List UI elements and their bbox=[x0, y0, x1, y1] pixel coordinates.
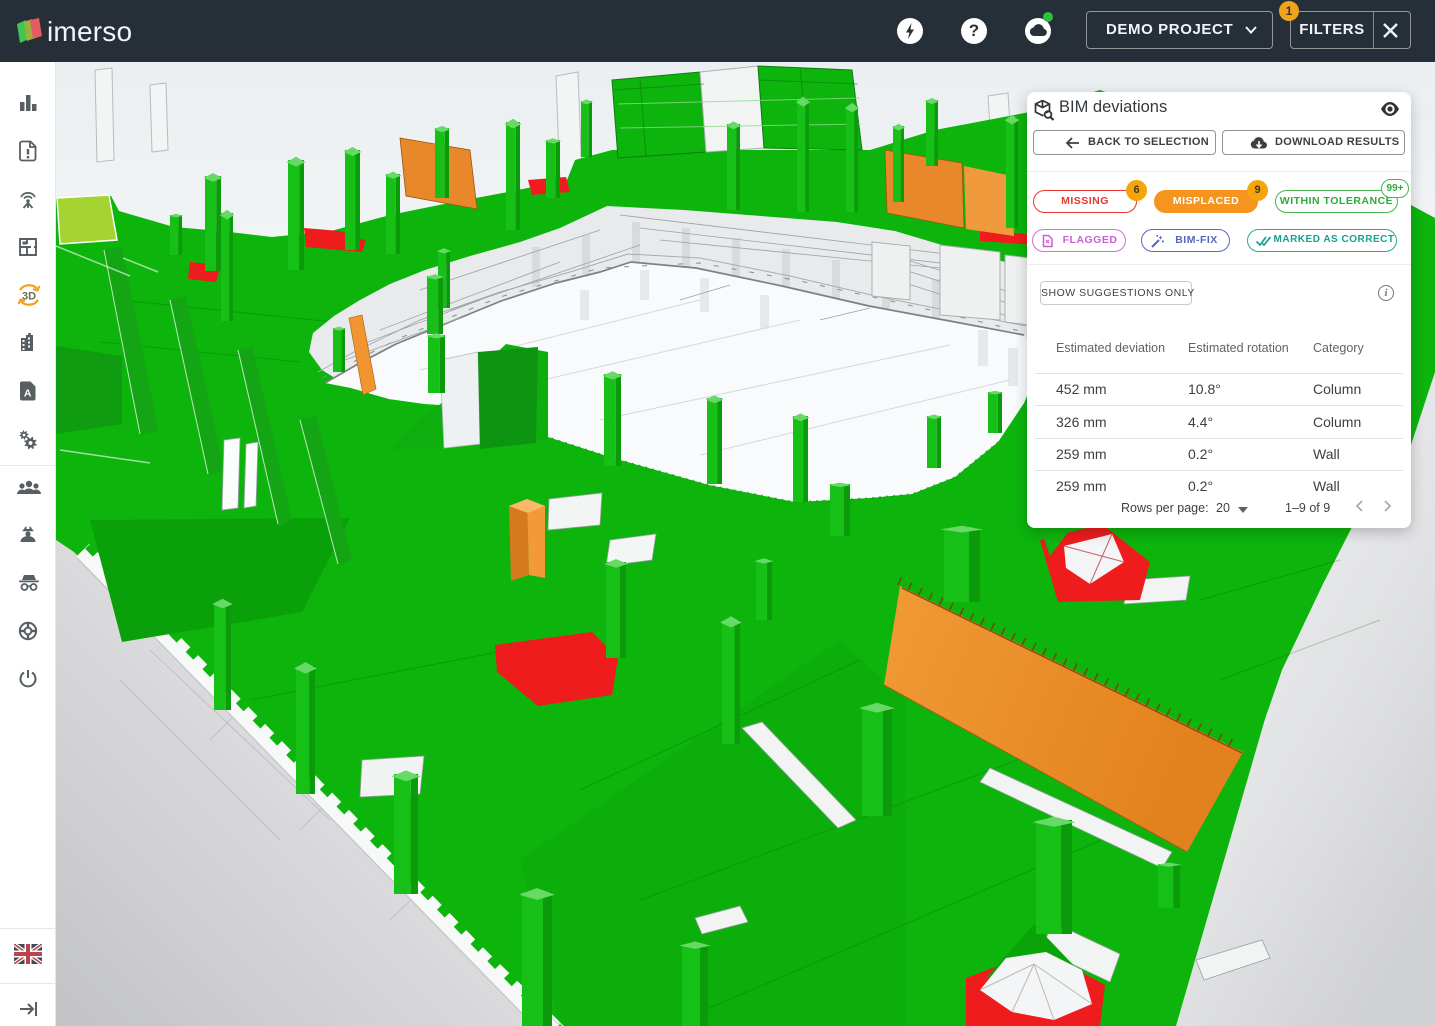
svg-text:A: A bbox=[24, 388, 32, 400]
svg-text:3D: 3D bbox=[22, 291, 36, 303]
